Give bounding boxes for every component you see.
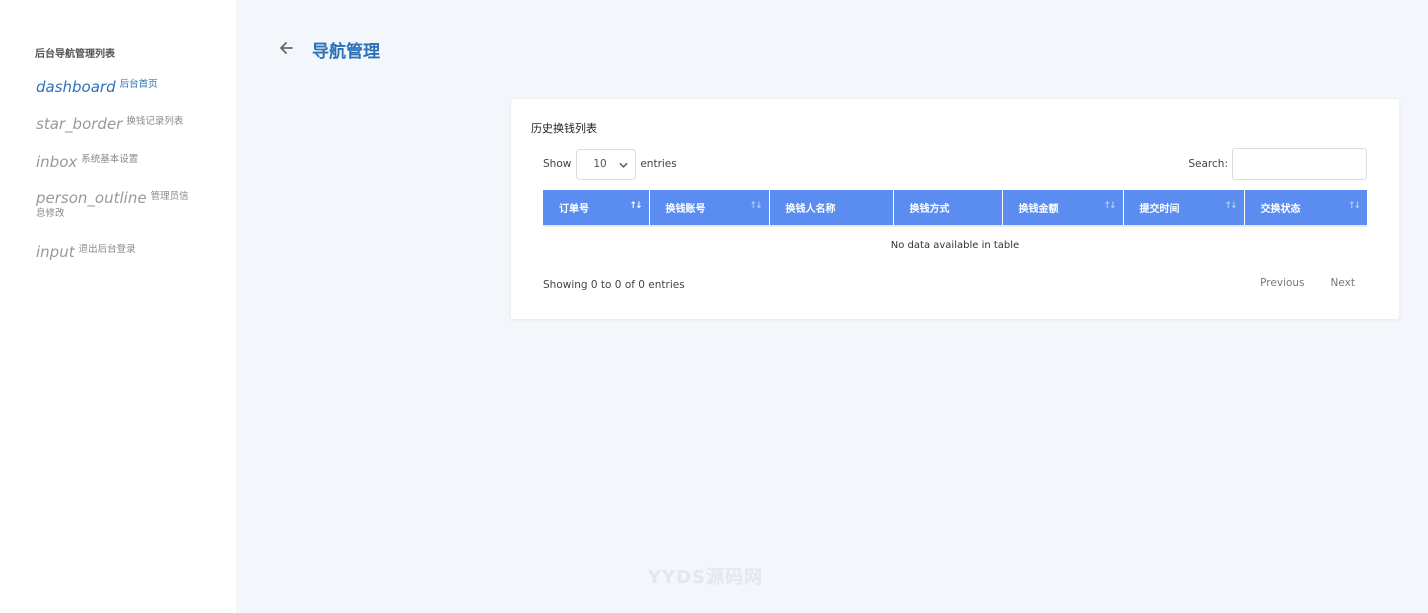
records-card: 历史换钱列表 Show 10 entries Search: 订单号 ↑↓ 换钱账…: [511, 99, 1399, 319]
show-label: Show: [543, 158, 572, 170]
table-row: No data available in table: [543, 226, 1367, 264]
sidebar-item-records[interactable]: star_border 换钱记录列表: [36, 114, 196, 132]
star-border-icon: star_border: [36, 115, 123, 133]
column-header-status[interactable]: 交换状态 ↑↓: [1244, 190, 1367, 227]
sidebar-item-settings[interactable]: inbox 系统基本设置: [36, 152, 196, 170]
records-table: 订单号 ↑↓ 换钱账号 ↑↓ 换钱人名称 换钱方式 换钱金额 ↑↓ 提交时间 ↑↓ 交换…: [543, 190, 1367, 264]
column-header-account[interactable]: 换钱账号 ↑↓: [649, 190, 770, 227]
sort-icon: ↑↓: [1224, 201, 1237, 211]
column-header-label: 订单号: [559, 204, 589, 215]
sort-icon: ↑↓: [1347, 201, 1361, 211]
back-arrow-icon[interactable]: [276, 38, 296, 58]
dashboard-icon: dashboard: [36, 78, 116, 96]
column-header-method[interactable]: 换钱方式: [893, 190, 1003, 227]
column-header-label: 换钱方式: [909, 204, 950, 215]
sort-icon: ↑↓: [749, 201, 762, 211]
previous-button[interactable]: Previous: [1260, 277, 1304, 289]
sidebar-item-logout[interactable]: input 退出后台登录: [36, 242, 196, 260]
column-header-label: 交换状态: [1260, 204, 1301, 215]
column-header-label: 提交时间: [1139, 204, 1180, 215]
search-label: Search:: [1188, 158, 1228, 170]
sidebar-item-admin-profile[interactable]: person_outline 管理员信息修改: [36, 189, 194, 223]
sort-icon: ↑↓: [629, 201, 642, 211]
search-control: Search:: [1188, 148, 1367, 180]
column-header-label: 换钱人名称: [785, 204, 836, 215]
column-header-submit-time[interactable]: 提交时间 ↑↓: [1123, 190, 1245, 227]
watermark: YYDS源码网: [648, 567, 763, 588]
page-title: 导航管理: [312, 42, 380, 62]
chevron-down-icon: [619, 162, 628, 168]
length-control: Show 10 entries: [543, 148, 677, 180]
next-button[interactable]: Next: [1331, 277, 1355, 289]
entries-select[interactable]: 10: [576, 148, 637, 180]
inbox-icon: inbox: [36, 153, 78, 171]
input-icon: input: [36, 243, 75, 261]
column-header-label: 换钱账号: [665, 204, 706, 215]
column-header-name[interactable]: 换钱人名称: [769, 190, 894, 227]
sidebar-item-label: 换钱记录列表: [126, 116, 184, 127]
empty-table-message: No data available in table: [890, 240, 1020, 251]
entries-label: entries: [640, 158, 677, 170]
sort-icon: ↑↓: [1103, 201, 1116, 211]
sidebar-item-dashboard[interactable]: dashboard 后台首页: [36, 77, 196, 95]
pagination: Previous Next: [1260, 277, 1355, 289]
sidebar-item-label: 后台首页: [119, 79, 158, 90]
person-outline-icon: person_outline: [36, 189, 147, 207]
table-header-row: 订单号 ↑↓ 换钱账号 ↑↓ 换钱人名称 换钱方式 换钱金额 ↑↓ 提交时间 ↑↓ 交换…: [543, 190, 1367, 227]
sidebar-item-label: 退出后台登录: [78, 244, 136, 255]
column-header-order-no[interactable]: 订单号 ↑↓: [543, 190, 650, 227]
column-header-label: 换钱金额: [1018, 204, 1059, 215]
sidebar: 后台导航管理列表 dashboard 后台首页 star_border 换钱记录列表…: [0, 0, 236, 613]
column-header-amount[interactable]: 换钱金额 ↑↓: [1002, 190, 1124, 227]
sidebar-heading: 后台导航管理列表: [35, 49, 115, 60]
card-title: 历史换钱列表: [531, 122, 597, 135]
table-info: Showing 0 to 0 of 0 entries: [543, 279, 685, 291]
sidebar-item-label: 系统基本设置: [81, 154, 139, 165]
search-input[interactable]: [1232, 148, 1367, 180]
entries-select-value: 10: [593, 158, 607, 170]
